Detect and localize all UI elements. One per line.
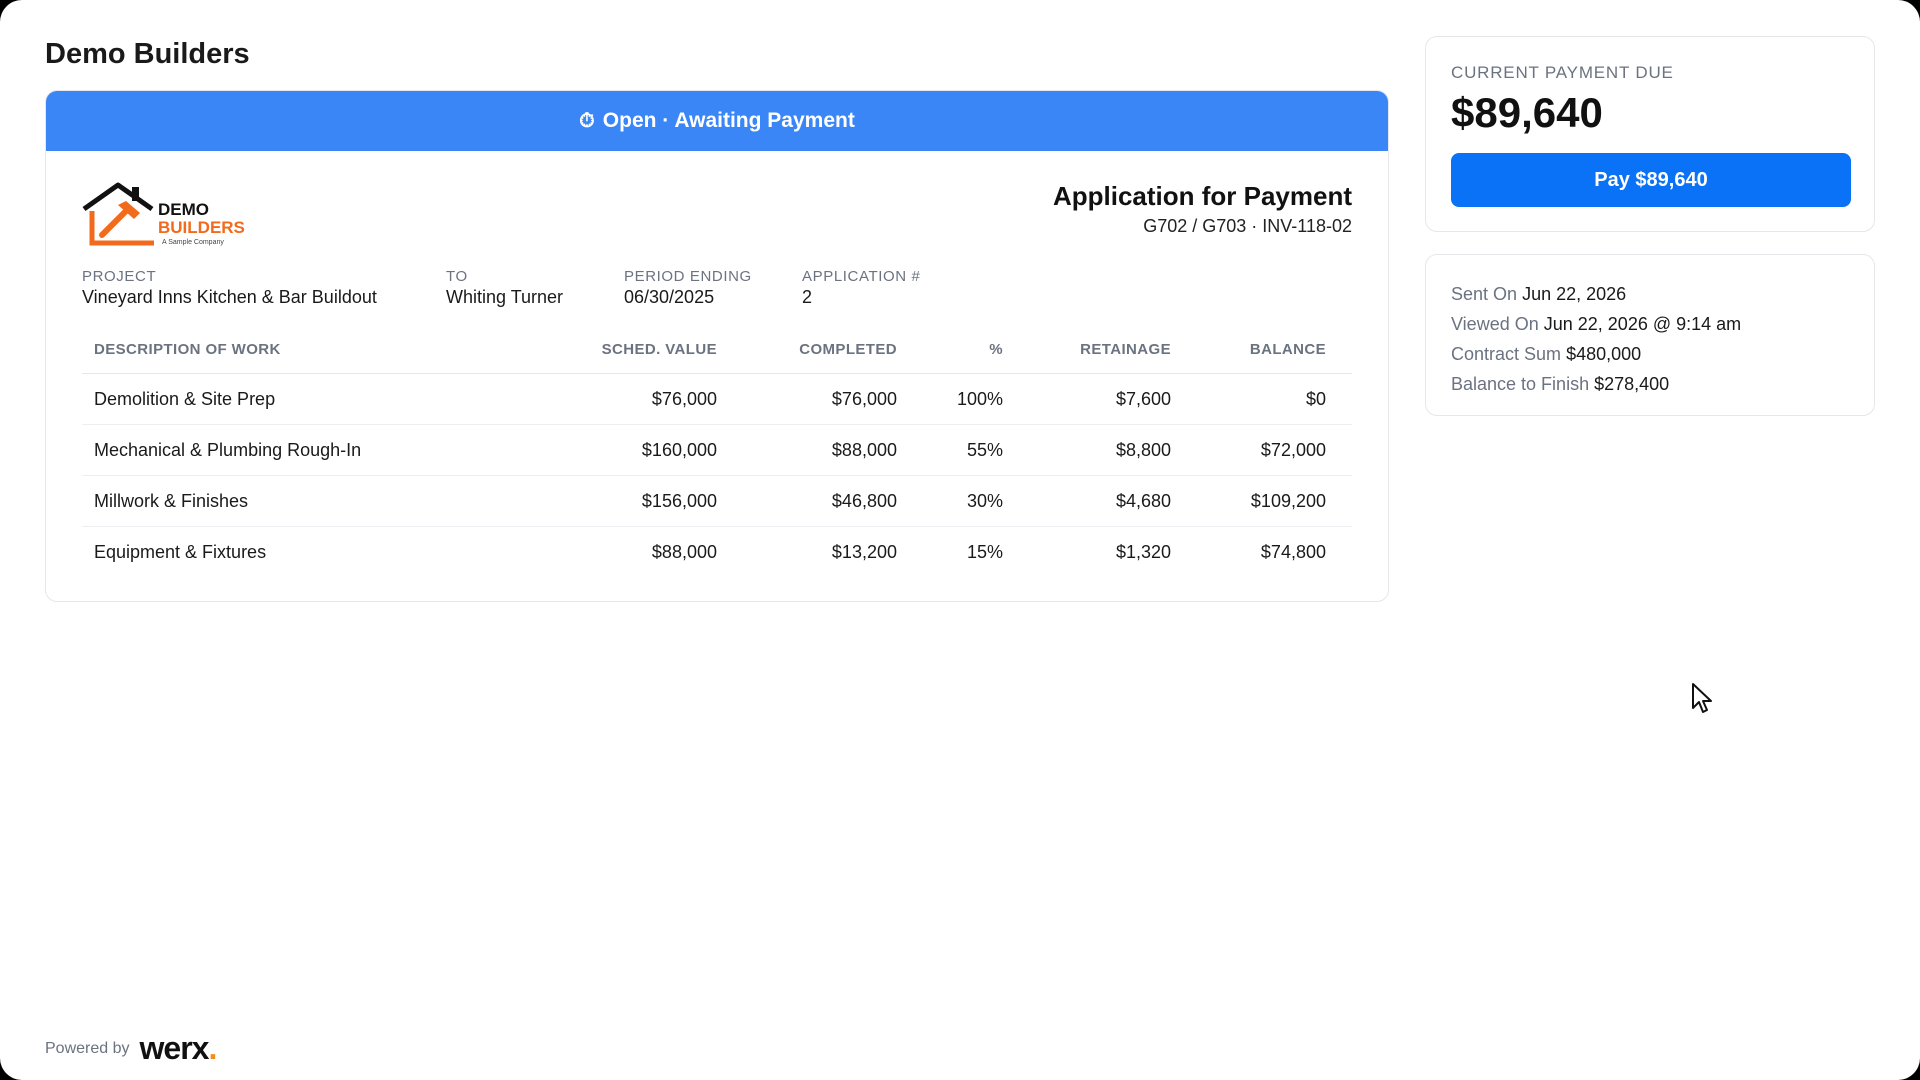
payment-due-card: CURRENT PAYMENT DUE $89,640 Pay $89,640 — [1425, 36, 1875, 232]
cell-sched-value: $160,000 — [641, 439, 717, 460]
info-contract-sum: Contract Sum $480,000 — [1451, 339, 1874, 369]
app-window: Demo Builders ⏱ Open · Awaiting Payment … — [0, 0, 1920, 1080]
table-header: DESCRIPTION OF WORK SCHED. VALUE COMPLET… — [82, 326, 1352, 374]
schedule-of-values-table: DESCRIPTION OF WORK SCHED. VALUE COMPLET… — [82, 326, 1352, 578]
meta-label: TO — [446, 268, 468, 285]
status-text: Open · Awaiting Payment — [602, 109, 855, 132]
svg-text:BUILDERS: BUILDERS — [158, 218, 245, 237]
company-logo: DEMO BUILDERS A Sample Company — [82, 179, 252, 249]
pay-button[interactable]: Pay $89,640 — [1451, 153, 1851, 207]
info-value: $278,400 — [1594, 374, 1670, 394]
cell-description: Millwork & Finishes — [94, 490, 249, 511]
payment-due-amount: $89,640 — [1451, 89, 1603, 136]
mouse-cursor-icon — [1692, 683, 1712, 713]
werx-logo[interactable]: werx. — [139, 1030, 218, 1067]
cell-retainage: $1,320 — [1115, 542, 1171, 562]
col-header-balance: BALANCE — [1249, 341, 1326, 358]
col-header-percent: % — [989, 341, 1003, 358]
cell-description: Equipment & Fixtures — [94, 542, 267, 562]
invoice-meta: PROJECT Vineyard Inns Kitchen & Bar Buil… — [82, 268, 980, 308]
table-row: Millwork & Finishes $156,000 $46,800 30%… — [82, 476, 1352, 527]
table-row: Equipment & Fixtures $88,000 $13,200 15%… — [82, 527, 1352, 578]
powered-by-text: Powered by — [45, 1039, 130, 1057]
cell-retainage: $4,680 — [1115, 490, 1171, 511]
cell-completed: $88,000 — [831, 439, 897, 460]
meta-project: PROJECT Vineyard Inns Kitchen & Bar Buil… — [82, 268, 446, 308]
meta-period: PERIOD ENDING 06/30/2025 — [624, 268, 802, 308]
brand-name: werx — [139, 1030, 210, 1066]
cell-balance: $0 — [1305, 388, 1326, 409]
cell-percent: 30% — [966, 490, 1003, 511]
cell-sched-value: $88,000 — [651, 542, 717, 562]
col-header-description: DESCRIPTION OF WORK — [94, 341, 281, 358]
cell-balance: $72,000 — [1260, 439, 1326, 460]
status-banner: ⏱ Open · Awaiting Payment — [46, 91, 1388, 151]
cell-sched-value: $156,000 — [641, 490, 717, 511]
invoice-card: ⏱ Open · Awaiting Payment DEMO BUILDERS … — [45, 90, 1389, 602]
cell-completed: $13,200 — [831, 542, 897, 562]
info-value: Jun 22, 2026 — [1522, 284, 1627, 304]
payment-due-label: CURRENT PAYMENT DUE — [1451, 63, 1674, 82]
cell-percent: 15% — [966, 542, 1003, 562]
info-sent-on: Sent On Jun 22, 2026 — [1451, 279, 1874, 309]
meta-to: TO Whiting Turner — [446, 268, 624, 308]
svg-text:DEMO: DEMO — [158, 200, 209, 219]
meta-application: APPLICATION # 2 — [802, 268, 980, 308]
table-row: Mechanical & Plumbing Rough-In $160,000 … — [82, 425, 1352, 476]
brand-dot: . — [208, 1030, 217, 1066]
info-balance-to-finish: Balance to Finish $278,400 — [1451, 369, 1874, 399]
info-value: $480,000 — [1566, 344, 1642, 364]
stopwatch-icon: ⏱ — [579, 109, 595, 132]
cell-percent: 55% — [966, 439, 1003, 460]
meta-value: Whiting Turner — [446, 287, 564, 307]
meta-label: PERIOD ENDING — [624, 268, 752, 285]
meta-value: 2 — [802, 287, 813, 307]
col-header-completed: COMPLETED — [799, 341, 897, 358]
svg-text:A Sample Company: A Sample Company — [162, 239, 224, 246]
document-subtitle: G702 / G703 · INV-118-02 — [1143, 216, 1352, 236]
info-label: Balance to Finish — [1451, 374, 1590, 394]
invoice-info-card: Sent On Jun 22, 2026 Viewed On Jun 22, 2… — [1425, 254, 1875, 416]
col-header-sched-value: SCHED. VALUE — [601, 341, 717, 358]
cell-retainage: $7,600 — [1115, 388, 1171, 409]
footer: Powered by werx. — [45, 1030, 218, 1067]
cell-percent: 100% — [956, 388, 1003, 409]
cell-description: Demolition & Site Prep — [94, 388, 276, 409]
meta-value: Vineyard Inns Kitchen & Bar Buildout — [82, 287, 377, 307]
document-title: Application for Payment — [1052, 181, 1352, 211]
cell-sched-value: $76,000 — [651, 388, 717, 409]
meta-value: 06/30/2025 — [624, 287, 715, 307]
meta-label: APPLICATION # — [802, 268, 921, 285]
cell-retainage: $8,800 — [1115, 439, 1171, 460]
cell-description: Mechanical & Plumbing Rough-In — [94, 439, 362, 460]
table-row: Demolition & Site Prep $76,000 $76,000 1… — [82, 374, 1352, 425]
col-header-retainage: RETAINAGE — [1080, 341, 1171, 358]
company-title: Demo Builders — [45, 38, 250, 70]
cell-completed: $76,000 — [831, 388, 897, 409]
info-value: Jun 22, 2026 @ 9:14 am — [1543, 314, 1742, 334]
cell-balance: $109,200 — [1250, 490, 1326, 511]
meta-label: PROJECT — [82, 268, 157, 285]
document-title-block: Application for Payment G702 / G703 · IN… — [1053, 181, 1352, 237]
cell-completed: $46,800 — [831, 490, 897, 511]
cell-balance: $74,800 — [1260, 542, 1326, 562]
info-label: Viewed On — [1451, 314, 1539, 334]
info-label: Contract Sum — [1451, 344, 1562, 364]
info-label: Sent On — [1451, 284, 1518, 304]
info-viewed-on: Viewed On Jun 22, 2026 @ 9:14 am — [1451, 309, 1874, 339]
